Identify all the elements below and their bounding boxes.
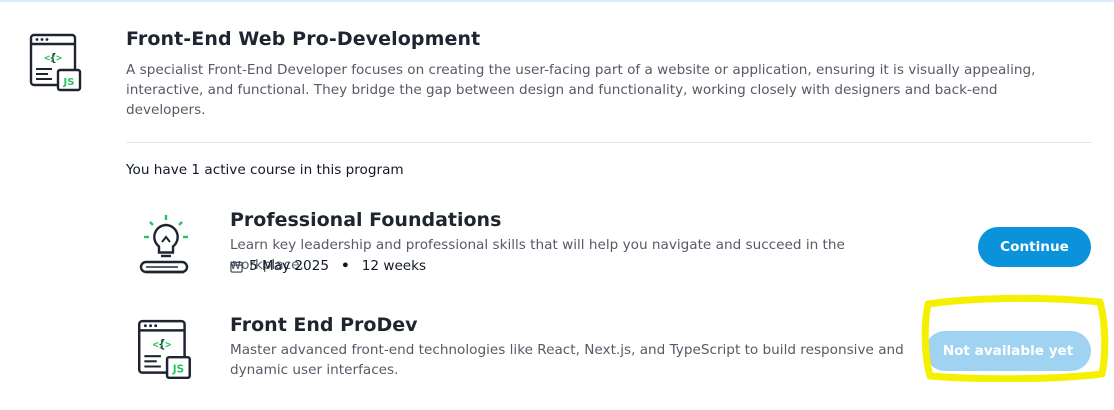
svg-text:</>: </> [44, 53, 62, 64]
svg-text:JS: JS [172, 364, 184, 376]
top-border [0, 0, 1114, 2]
course-meta: 5 May 2025 • 12 weeks [230, 258, 426, 274]
continue-button[interactable]: Continue [978, 227, 1091, 267]
program-description: A specialist Front-End Developer focuses… [126, 62, 1036, 118]
section-divider [126, 142, 1092, 143]
course-title: Front End ProDev [230, 314, 418, 336]
not-available-button[interactable]: Not available yet [925, 331, 1091, 371]
active-course-count: You have 1 active course in this program [126, 162, 404, 178]
code-window-js-icon: { </> JS [137, 319, 191, 380]
course-duration: 12 weeks [361, 258, 427, 274]
code-window-js-icon: { </> JS [29, 33, 82, 92]
meta-separator: • [341, 258, 350, 274]
course-start-date: 5 May 2025 [249, 258, 329, 274]
lightbulb-book-icon [139, 215, 189, 274]
calendar-icon [230, 260, 243, 273]
svg-text:JS: JS [63, 77, 75, 88]
course-description: Master advanced front-end technologies l… [230, 342, 904, 378]
svg-text:</>: </> [153, 339, 172, 351]
program-title: Front-End Web Pro-Development [126, 28, 481, 50]
course-title: Professional Foundations [230, 209, 502, 231]
